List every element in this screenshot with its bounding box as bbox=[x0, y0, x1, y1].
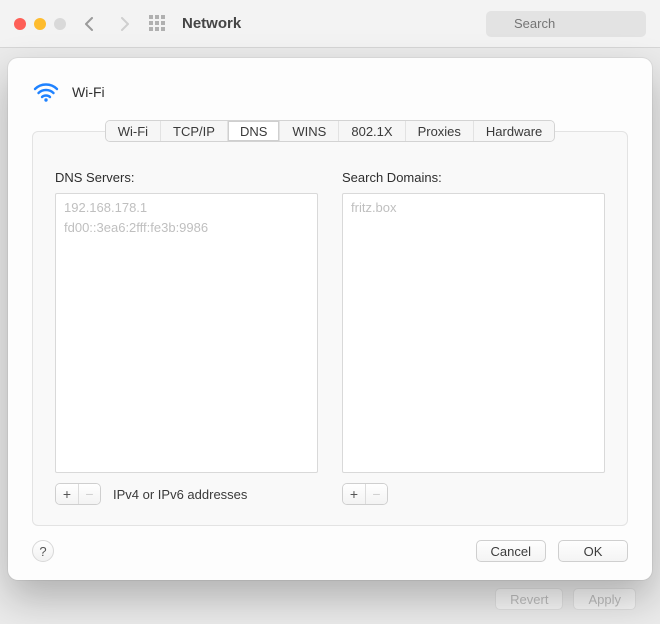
list-item[interactable]: fd00::3ea6:2fff:fe3b:9986 bbox=[62, 218, 311, 238]
dns-servers-list[interactable]: 192.168.178.1fd00::3ea6:2fff:fe3b:9986 bbox=[55, 193, 318, 473]
list-item[interactable]: 192.168.178.1 bbox=[62, 198, 311, 218]
help-button[interactable]: ? bbox=[32, 540, 54, 562]
modal-overlay: Wi-Fi Wi-FiTCP/IPDNSWINS802.1XProxiesHar… bbox=[0, 0, 660, 624]
dns-add-remove-group: + − bbox=[55, 483, 101, 505]
tab-tcpip[interactable]: TCP/IP bbox=[161, 121, 228, 141]
dns-hint: IPv4 or IPv6 addresses bbox=[113, 487, 247, 502]
dns-servers-column: DNS Servers: 192.168.178.1fd00::3ea6:2ff… bbox=[55, 170, 318, 505]
tab-wins[interactable]: WINS bbox=[280, 121, 339, 141]
search-domains-label: Search Domains: bbox=[342, 170, 605, 185]
dns-remove-button: − bbox=[78, 484, 100, 504]
ok-button[interactable]: OK bbox=[558, 540, 628, 562]
dns-panel: DNS Servers: 192.168.178.1fd00::3ea6:2ff… bbox=[32, 131, 628, 526]
sheet-title: Wi-Fi bbox=[72, 84, 105, 100]
advanced-sheet: Wi-Fi Wi-FiTCP/IPDNSWINS802.1XProxiesHar… bbox=[8, 58, 652, 580]
cancel-button[interactable]: Cancel bbox=[476, 540, 546, 562]
domain-add-remove-group: + − bbox=[342, 483, 388, 505]
search-domains-column: Search Domains: fritz.box + − bbox=[342, 170, 605, 505]
dns-servers-label: DNS Servers: bbox=[55, 170, 318, 185]
tab-8021x[interactable]: 802.1X bbox=[339, 121, 405, 141]
list-item[interactable]: fritz.box bbox=[349, 198, 598, 218]
tabbar: Wi-FiTCP/IPDNSWINS802.1XProxiesHardware bbox=[105, 120, 556, 142]
tab-dns[interactable]: DNS bbox=[228, 121, 280, 141]
search-domains-list[interactable]: fritz.box bbox=[342, 193, 605, 473]
wifi-icon bbox=[32, 78, 60, 106]
tab-wifi[interactable]: Wi-Fi bbox=[106, 121, 161, 141]
tab-hardware[interactable]: Hardware bbox=[474, 121, 554, 141]
domain-remove-button: − bbox=[365, 484, 387, 504]
dns-add-button[interactable]: + bbox=[56, 484, 78, 504]
sheet-footer: ? Cancel OK bbox=[32, 540, 628, 562]
domain-add-button[interactable]: + bbox=[343, 484, 365, 504]
tab-proxies[interactable]: Proxies bbox=[406, 121, 474, 141]
sheet-header: Wi-Fi bbox=[32, 78, 628, 106]
